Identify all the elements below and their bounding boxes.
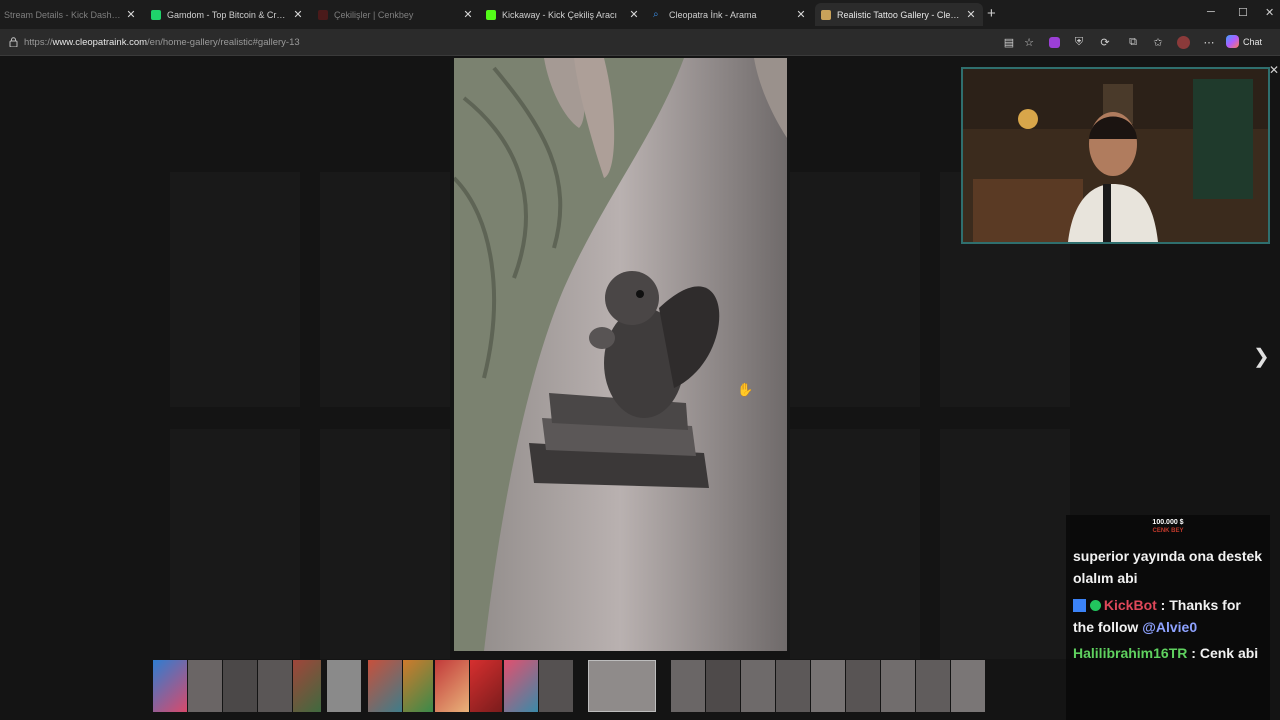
maximize-icon[interactable]: ☐ [1238,6,1248,19]
next-image-arrow-icon[interactable]: ❯ [1253,344,1270,369]
gallery-thumbnail[interactable] [881,660,915,712]
background-gallery-tile [170,172,300,407]
url-path: /en/home-gallery/realistic#gallery-13 [147,37,300,48]
cleopatra-icon [821,9,831,20]
tab-stream-details[interactable]: Stream Details - Kick Dashboard ✕ [0,3,143,26]
gallery-thumbnail[interactable] [403,660,433,712]
gallery-thumbnail[interactable] [504,660,538,712]
copilot-chat-button[interactable]: Chat [1226,35,1262,48]
lock-icon[interactable] [9,37,18,47]
search-icon: ⌕ [653,8,659,20]
url-domain: www.cleopatraink.com [52,37,148,48]
main-gallery-image[interactable] [454,58,787,651]
chat-username[interactable]: Halilibrahim16TR [1073,645,1187,661]
close-tab-icon[interactable]: ✕ [462,8,474,21]
gallery-thumbnail[interactable] [846,660,880,712]
background-gallery-tile [790,429,920,659]
tab-title: Stream Details - Kick Dashboard [4,9,121,20]
close-tab-icon[interactable]: ✕ [628,8,640,21]
gallery-thumbnail[interactable] [293,660,321,712]
gallery-thumbnail[interactable] [706,660,740,712]
kickaway-icon [486,9,496,20]
cenkbey-icon [318,9,328,20]
favorites-icon[interactable]: ✩ [1151,35,1165,49]
close-tab-icon[interactable]: ✕ [292,8,304,21]
new-tab-button[interactable]: + [987,5,996,22]
close-tab-icon[interactable]: ✕ [795,8,807,21]
background-gallery-tile [320,429,450,659]
gallery-thumbnail[interactable] [368,660,402,712]
extension-icon[interactable] [1047,35,1061,49]
reader-view-icon[interactable]: ▤ [1002,35,1016,49]
stream-chat-overlay: 100.000 $ CENK BEY superior yayında ona … [1066,515,1270,720]
chat-message: KickBot : Thanks for the follow @Alvie0 [1073,597,1241,635]
favorite-star-icon[interactable]: ☆ [1022,35,1036,49]
copilot-icon [1226,35,1239,48]
gallery-thumbnail[interactable] [741,660,775,712]
background-gallery-tile [790,172,920,407]
gallery-thumbnail[interactable] [258,660,292,712]
tab-strip: Stream Details - Kick Dashboard ✕ Gamdom… [0,0,1280,29]
gallery-thumbnail[interactable] [223,660,257,712]
webcam-overlay [961,67,1270,244]
streamer-webcam-image [963,69,1268,242]
minimize-icon[interactable]: ─ [1207,6,1215,18]
gallery-thumbnail[interactable] [470,660,502,712]
verified-badge-icon [1089,600,1101,611]
tab-gamdom[interactable]: Gamdom - Top Bitcoin & Crypto C ✕ [145,3,310,26]
chat-message: superior yayında ona destek olalım abi [1073,545,1265,589]
gallery-thumbnail[interactable] [671,660,705,712]
gallery-thumbnail[interactable] [811,660,845,712]
refresh-icon[interactable]: ⟳ [1098,35,1112,49]
close-tab-icon[interactable]: ✕ [125,8,137,21]
address-bar: https://www.cleopatraink.com/en/home-gal… [0,29,1280,56]
gallery-thumbnail[interactable] [776,660,810,712]
chat-mention[interactable]: @Alvie0 [1142,619,1197,635]
tab-title: Realistic Tattoo Gallery - Cleopatr [837,9,961,20]
gallery-thumbnail[interactable] [916,660,950,712]
tab-realistic-gallery[interactable]: Realistic Tattoo Gallery - Cleopatr ✕ [815,3,983,26]
chat-username[interactable]: KickBot [1104,597,1157,613]
tab-cleopatra-search[interactable]: ⌕ Cleopatra İnk - Arama ✕ [647,3,813,26]
tab-kickaway[interactable]: Kickaway - Kick Çekiliş Aracı ✕ [480,3,646,26]
gamdom-icon [151,9,161,20]
tab-cekilisler[interactable]: Çekilişler | Cenkbey ✕ [312,3,480,26]
sub-goal-name: CENK BEY [1152,528,1184,534]
url-field[interactable]: https://www.cleopatraink.com/en/home-gal… [24,37,300,48]
url-prefix: https:// [24,37,53,48]
background-gallery-tile [940,429,1070,659]
tab-title: Gamdom - Top Bitcoin & Crypto C [167,9,288,20]
gallery-thumbnail[interactable] [951,660,985,712]
gallery-thumbnail[interactable] [153,660,187,712]
close-window-icon[interactable]: ✕ [1265,6,1274,19]
close-tab-icon[interactable]: ✕ [965,8,977,21]
background-gallery-tile [320,172,450,407]
gallery-thumbnail[interactable] [327,660,361,712]
extension-icon[interactable]: ⛨ [1072,35,1086,49]
chat-message-text: superior yayında ona destek olalım abi [1073,548,1263,586]
squirrel-tattoo-image [454,58,787,651]
tab-title: Cleopatra İnk - Arama [669,9,757,20]
gallery-thumbnail[interactable] [435,660,469,712]
background-gallery-tile [170,429,300,659]
bot-badge-icon [1073,599,1086,612]
chat-message-text: Cenk abi [1199,645,1259,661]
extensions-puzzle-icon[interactable]: ⧉ [1126,35,1140,49]
avatar[interactable] [1176,35,1190,49]
chat-message: Halilibrahim16TR : Cenk abi [1073,645,1259,661]
gallery-thumbnail-active[interactable] [588,660,656,712]
close-lightbox-icon[interactable]: ✕ [1269,63,1279,77]
gallery-thumbnail[interactable] [188,660,222,712]
chat-button-label: Chat [1243,36,1263,47]
gallery-thumbnail[interactable] [539,660,573,712]
sub-goal-amount: 100.000 $ [1152,519,1184,526]
tab-title: Kickaway - Kick Çekiliş Aracı [502,9,618,20]
hand-cursor-icon: ✋ [737,382,754,397]
tab-title: Çekilişler | Cenkbey [334,9,414,20]
more-options-icon[interactable]: ⋯ [1202,35,1216,49]
